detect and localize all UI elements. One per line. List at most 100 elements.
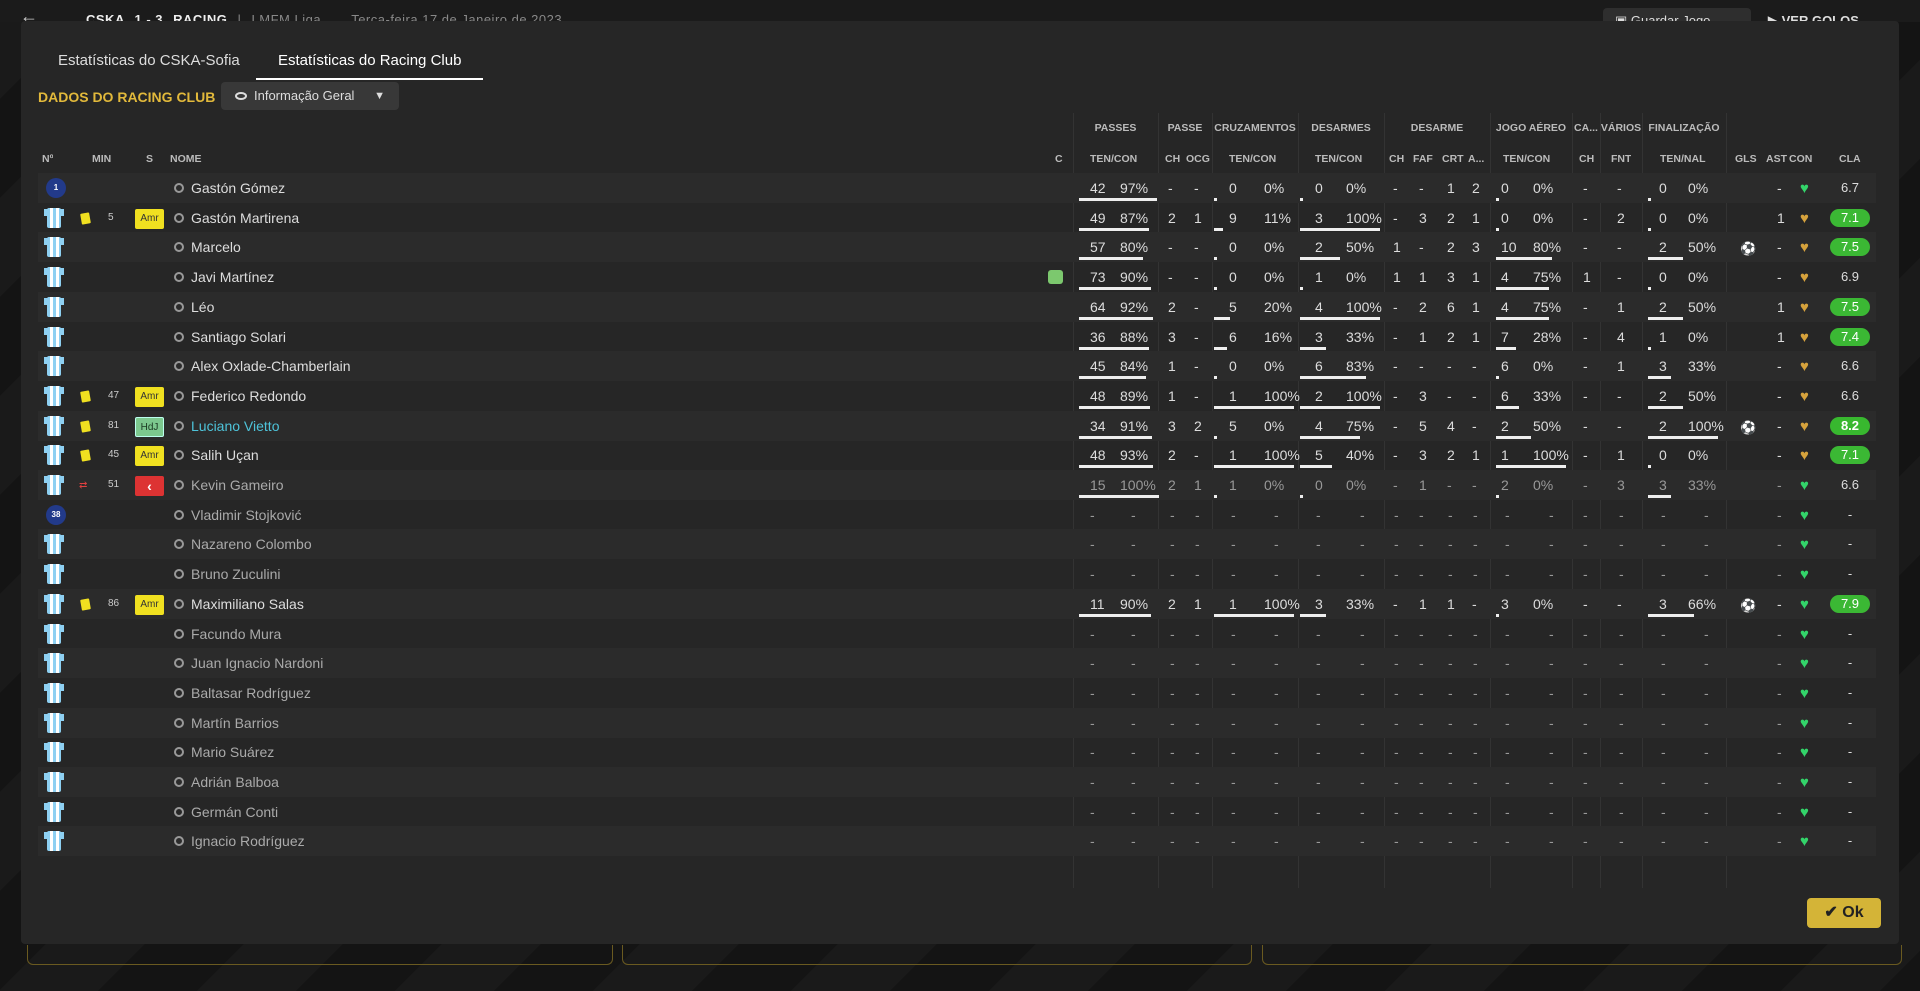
table-row[interactable]: 1 Gastón Gómez 42 97% - -0 0% 0 0% - -1 2 0 0% - -0 0% - ♥… bbox=[38, 173, 1876, 203]
rating-badge: 7.1 bbox=[1830, 446, 1870, 465]
empty-cell: - bbox=[1316, 774, 1321, 790]
condition-heart-icon: ♥ bbox=[1800, 328, 1809, 346]
column-header[interactable]: CON bbox=[1789, 153, 1812, 165]
eye-icon bbox=[235, 91, 247, 100]
table-row[interactable]: Alex Oxlade-Chamberlain 45 84% 1-0 0% 6 83% - - -… bbox=[38, 351, 1876, 382]
tab-cska-stats[interactable]: Estatísticas do CSKA-Sofia bbox=[36, 50, 262, 80]
stat-cell: - bbox=[1777, 387, 1782, 404]
column-header[interactable]: TEN/CON bbox=[1090, 153, 1137, 165]
table-row[interactable]: 38 Vladimir Stojković - - - - - - - - - - - - - - - - - - - ♥… bbox=[38, 500, 1876, 530]
ok-button[interactable]: ✔ Ok bbox=[1807, 898, 1881, 928]
column-header[interactable]: TEN/NAL bbox=[1660, 153, 1706, 165]
stat-cell: 1 bbox=[1583, 269, 1591, 286]
stat-cell: - bbox=[1419, 180, 1424, 196]
table-row[interactable]: Germán Conti - - - - - - - - - - - - - - - - - - - ♥ - bbox=[38, 797, 1876, 827]
table-row[interactable]: 5 Amr Gastón Martirena 49 87% 2 1 9 11% 3 100% -3 2 1… bbox=[38, 203, 1876, 233]
table-row[interactable]: Mario Suárez - - - - - - - - - - - - - - - - - - - ♥ - bbox=[38, 737, 1876, 767]
player-icon bbox=[174, 420, 184, 431]
condition-heart-icon: ♥ bbox=[1800, 714, 1809, 732]
table-row[interactable]: Facundo Mura - - - - - - - - - - - - - - - - - - - ♥ - bbox=[38, 619, 1876, 649]
sub-off-badge: ‹ bbox=[135, 476, 164, 496]
substitution-icon: ⇄ bbox=[79, 480, 88, 491]
stat-cell: 3 bbox=[1419, 209, 1427, 226]
table-row[interactable]: Bruno Zuculini - - - - - - - - - - - - - - - - - - - ♥ - bbox=[38, 559, 1876, 589]
empty-cell: - bbox=[1360, 833, 1365, 850]
empty-cell: - bbox=[1394, 684, 1399, 701]
empty-cell: - bbox=[1473, 566, 1478, 583]
table-row[interactable]: Javi Martínez 73 90% - -0 0% 1 0% 1 1 3 1 4 75% 1-0 0% -… bbox=[38, 262, 1876, 292]
stat-cell: - bbox=[1194, 239, 1199, 256]
ratio-bar bbox=[1300, 613, 1326, 617]
player-name: Gastón Gómez bbox=[191, 180, 286, 196]
empty-cell: - bbox=[1583, 684, 1588, 701]
column-header[interactable]: S bbox=[146, 153, 153, 165]
table-row[interactable]: 81 HdJ Luciano Vietto 34 91% 3 2 5 0% 4 75% -5 4-2 50… bbox=[38, 410, 1876, 441]
column-header[interactable]: CRT bbox=[1442, 153, 1464, 165]
column-header[interactable]: CH bbox=[1579, 153, 1594, 165]
column-header[interactable]: AST bbox=[1766, 153, 1787, 165]
stat-cell: 1 bbox=[1472, 298, 1480, 315]
table-row[interactable]: 47 Amr Federico Redondo 48 89% 1-1 100% 2 100% -3… bbox=[38, 381, 1876, 411]
rating-badge: 7.9 bbox=[1830, 594, 1870, 613]
table-row[interactable]: Ignacio Rodríguez - - - - - - - - - - - - - - - - - - - ♥ - bbox=[38, 826, 1876, 857]
chevron-down-icon: ▼ bbox=[374, 90, 385, 102]
group-header: CA... bbox=[1574, 122, 1598, 134]
table-row[interactable]: ⇄ 51 ‹ Kevin Gameiro 15 100% 2 1 1 0% 0 0% -1- -2 0% -3… bbox=[38, 470, 1876, 500]
empty-cell: - bbox=[1195, 774, 1200, 790]
shirt-icon bbox=[44, 593, 64, 614]
stat-cell: 0 bbox=[1229, 269, 1237, 286]
column-header[interactable]: TEN/CON bbox=[1503, 153, 1550, 165]
column-header[interactable]: FAF bbox=[1413, 153, 1433, 165]
table-row[interactable]: 86 Amr Maximiliano Salas 11 90% 2 1 1 100% 3 33% -1… bbox=[38, 588, 1876, 619]
column-header[interactable]: GLS bbox=[1735, 153, 1757, 165]
empty-cell: - bbox=[1619, 536, 1624, 553]
table-row[interactable]: 45 Amr Salih Uçan 48 93% 2-1 100% 5 40% -3 2 1 1 100%… bbox=[38, 440, 1876, 470]
table-row[interactable]: Baltasar Rodríguez - - - - - - - - - - - - - - - - - - - ♥ - bbox=[38, 678, 1876, 708]
table-row[interactable]: Santiago Solari 36 88% 3-6 16% 3 33% -1 2 1 7 28% -4… bbox=[38, 322, 1876, 352]
column-header[interactable]: CH bbox=[1165, 153, 1180, 165]
table-row[interactable]: Nazareno Colombo - - - - - - - - - - - - - - - - - - - ♥ - bbox=[38, 529, 1876, 560]
column-header[interactable]: TEN/CON bbox=[1229, 153, 1276, 165]
view-dropdown[interactable]: Informação Geral ▼ bbox=[221, 82, 399, 110]
empty-cell: - bbox=[1704, 744, 1709, 761]
table-row[interactable]: Juan Ignacio Nardoni - - - - - - - - - - - - - - - - - - - ♥… bbox=[38, 648, 1876, 679]
empty-cell: - bbox=[1394, 506, 1399, 523]
stat-cell: 0% bbox=[1533, 477, 1554, 493]
column-header[interactable]: NOME bbox=[170, 153, 202, 165]
table-row[interactable]: Marcelo 57 80% - -0 0% 2 50% 1-2 3 10 80% - -2 50% ⚽ - ♥ 7… bbox=[38, 232, 1876, 263]
empty-cell: - bbox=[1505, 536, 1510, 553]
stat-cell: - bbox=[1777, 447, 1782, 464]
column-header[interactable]: CLA bbox=[1839, 153, 1861, 165]
player-icon bbox=[174, 480, 184, 490]
column-header[interactable]: C bbox=[1055, 153, 1063, 165]
empty-cell: - bbox=[1661, 774, 1666, 790]
column-header[interactable]: A... bbox=[1468, 153, 1484, 165]
ratio-bar bbox=[1496, 227, 1499, 231]
empty-cell: - bbox=[1583, 803, 1588, 820]
ratio-bar bbox=[1079, 227, 1149, 231]
condition-heart-icon: ♥ bbox=[1800, 566, 1809, 584]
player-icon bbox=[174, 509, 184, 520]
table-row[interactable]: Adrián Balboa - - - - - - - - - - - - - - - - - - - ♥ - bbox=[38, 767, 1876, 797]
shirt-icon bbox=[44, 356, 64, 377]
column-header[interactable]: CH bbox=[1389, 153, 1404, 165]
minute-cell: 47 bbox=[108, 389, 120, 401]
stat-cell: 11% bbox=[1264, 209, 1291, 226]
player-icon bbox=[174, 628, 184, 639]
column-header[interactable]: Nº bbox=[42, 153, 53, 165]
table-row[interactable]: Martín Barrios - - - - - - - - - - - - - - - - - - - ♥ - bbox=[38, 707, 1876, 738]
stat-cell: 3 bbox=[1168, 328, 1176, 345]
column-header[interactable]: OCG bbox=[1186, 153, 1210, 165]
empty-cell: - bbox=[1448, 655, 1453, 672]
stat-cell: 28% bbox=[1533, 328, 1562, 345]
empty-cell: - bbox=[1704, 625, 1709, 642]
player-name: Baltasar Rodríguez bbox=[191, 684, 311, 701]
column-header[interactable]: TEN/CON bbox=[1315, 153, 1362, 165]
table-row[interactable]: Léo 64 92% 2-5 20% 4 100% -2 6 1 4 75% -1 2 50% 1 ♥ 7.5 bbox=[38, 291, 1876, 322]
stat-cell: - bbox=[1393, 417, 1398, 434]
empty-cell: - bbox=[1316, 566, 1321, 583]
column-header[interactable]: FNT bbox=[1611, 153, 1631, 165]
ratio-bar bbox=[1214, 405, 1294, 409]
column-header[interactable]: MIN bbox=[92, 153, 111, 165]
tab-racing-stats[interactable]: Estatísticas do Racing Club bbox=[256, 50, 484, 80]
